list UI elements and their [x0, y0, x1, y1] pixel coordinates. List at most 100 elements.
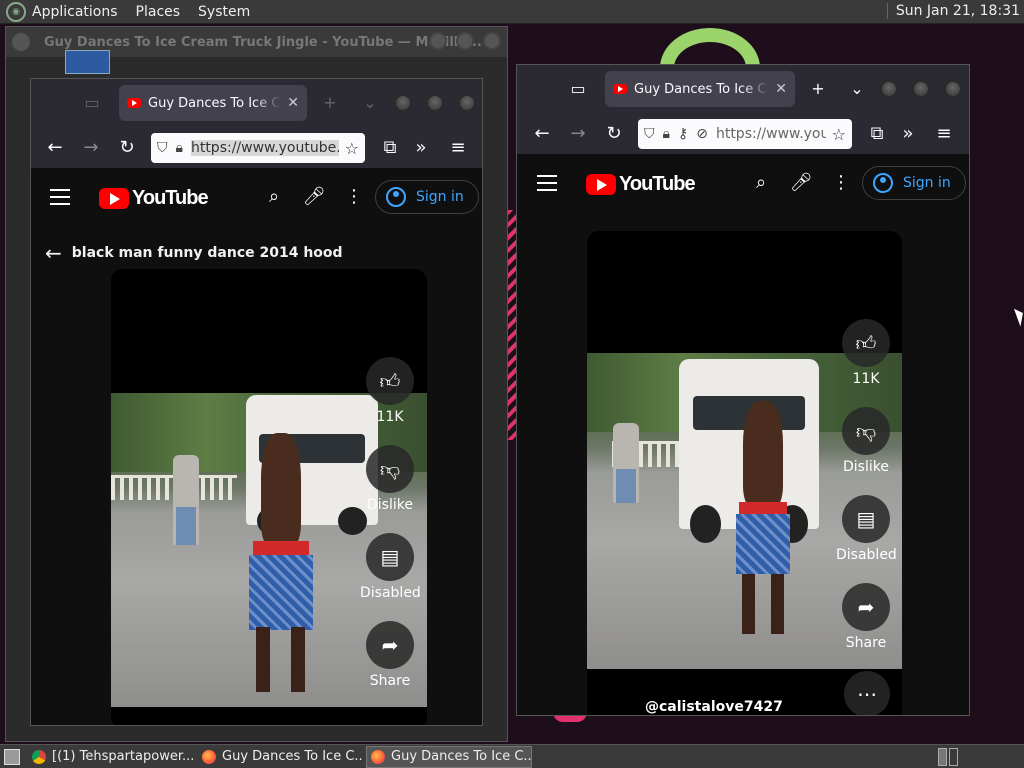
comments-label: Disabled — [836, 547, 897, 563]
hamburger-menu-icon[interactable] — [537, 175, 557, 191]
maximize-icon[interactable] — [912, 80, 930, 98]
taskbar-item-firefox[interactable]: Guy Dances To Ice C... — [198, 746, 362, 768]
forward-arrow-icon[interactable]: → — [565, 121, 591, 147]
bookmark-star-icon[interactable]: ☆ — [345, 139, 359, 158]
reload-icon[interactable]: ↻ — [601, 121, 627, 147]
sign-in-label: Sign in — [416, 189, 464, 205]
app-menu-icon[interactable]: ≡ — [445, 135, 471, 161]
close-icon[interactable] — [483, 32, 501, 50]
more-vertical-icon[interactable]: ⋮ — [342, 185, 366, 209]
shorts-player[interactable]: 👍︎ 11K 👎︎ Dislike ▤ Disabled ➦ Share — [111, 269, 427, 725]
left-browser-window[interactable]: ▭ Guy Dances To Ice Cream Truck Jingle -… — [30, 78, 483, 726]
panel-clock[interactable]: Sun Jan 21, 18:31 — [886, 3, 1020, 19]
account-icon — [386, 187, 406, 207]
bookmark-star-icon[interactable]: ☆ — [832, 125, 846, 144]
tab-overview-icon[interactable]: ▭ — [567, 79, 589, 98]
comments-button[interactable]: ▤ Disabled — [836, 495, 897, 563]
youtube-page: YouTube ⌕ 🎤︎ ⋮ Sign in ← black man funny… — [31, 169, 482, 725]
taskbar-item-chrome[interactable]: [(1) Tehspartapower... — [28, 746, 194, 768]
comments-button[interactable]: ▤ Disabled — [360, 533, 421, 601]
extensions-icon[interactable]: ⧉ — [864, 121, 890, 147]
menu-system[interactable]: System — [198, 4, 250, 20]
workspace-switcher[interactable] — [938, 748, 958, 766]
channel-handle[interactable]: @calistalove7427 — [645, 699, 783, 715]
youtube-logo[interactable]: YouTube — [99, 187, 209, 210]
url-text[interactable]: https://www.youtube.com — [716, 126, 826, 142]
youtube-logo[interactable]: YouTube — [586, 173, 696, 196]
app-menu-icon[interactable]: ≡ — [931, 121, 957, 147]
url-bar[interactable]: ⛉ 🔒︎ ⚷ ⊘ https://www.youtube.com ☆ — [638, 119, 852, 149]
lock-icon[interactable]: 🔒︎ — [176, 140, 183, 156]
more-vertical-icon[interactable]: ⋮ — [829, 171, 853, 195]
share-arrow-icon: ➦ — [366, 621, 414, 669]
tab-youtube[interactable]: Guy Dances To Ice Cream Truck Jingle - Y… — [605, 71, 795, 107]
tab-title: Guy Dances To Ice Cream Truck Jingle - Y… — [634, 81, 769, 97]
url-bar[interactable]: ⛉ 🔒︎ https://www.youtube.com ☆ — [151, 133, 365, 163]
microphone-icon[interactable]: 🎤︎ — [789, 171, 813, 195]
maximize-icon[interactable] — [456, 32, 474, 50]
sign-in-button[interactable]: Sign in — [375, 180, 479, 214]
top-panel: ◉ Applications Places System Sun Jan 21,… — [0, 0, 1024, 24]
video-bystander — [173, 455, 199, 545]
video-dancer — [723, 401, 803, 641]
maximize-icon[interactable] — [426, 94, 444, 112]
back-arrow-icon[interactable]: ← — [42, 135, 68, 161]
firefox-icon — [371, 749, 385, 764]
sign-in-button[interactable]: Sign in — [862, 166, 966, 200]
back-arrow-icon[interactable]: ← — [529, 121, 555, 147]
minimize-icon[interactable] — [429, 32, 447, 50]
search-query[interactable]: black man funny dance 2014 hood — [72, 245, 343, 261]
like-button[interactable]: 👍︎ 11K — [836, 319, 896, 387]
dislike-button[interactable]: 👎︎ Dislike — [360, 445, 420, 513]
taskbar-item-firefox-active[interactable]: Guy Dances To Ice C... — [366, 745, 532, 768]
right-browser-window[interactable]: ▭ Guy Dances To Ice Cream Truck Jingle -… — [516, 64, 970, 716]
search-back-row[interactable]: ← black man funny dance 2014 hood — [45, 241, 343, 265]
tab-bar: ▭ Guy Dances To Ice Cream Truck Jingle -… — [517, 65, 969, 113]
shorts-player[interactable]: 👍︎ 11K 👎︎ Dislike ▤ Disabled ➦ Share ⋯ @… — [587, 231, 902, 715]
thumbs-down-icon: 👎︎ — [842, 407, 890, 455]
dislike-label: Dislike — [367, 497, 413, 513]
comment-icon: ▤ — [366, 533, 414, 581]
hamburger-menu-icon[interactable] — [50, 189, 70, 205]
share-label: Share — [845, 635, 887, 651]
tab-overview-icon[interactable]: ▭ — [81, 93, 103, 112]
minimize-icon[interactable] — [394, 94, 412, 112]
dislike-button[interactable]: 👎︎ Dislike — [836, 407, 896, 475]
reload-icon[interactable]: ↻ — [114, 135, 140, 161]
share-button[interactable]: ➦ Share — [360, 621, 420, 689]
search-icon[interactable]: ⌕ — [262, 185, 286, 209]
more-actions-button[interactable]: ⋯ — [837, 671, 897, 715]
search-icon[interactable]: ⌕ — [749, 171, 773, 195]
overflow-chevrons-icon[interactable]: » — [895, 121, 921, 147]
minimize-icon[interactable] — [880, 80, 898, 98]
microphone-icon[interactable]: 🎤︎ — [302, 185, 326, 209]
overflow-chevrons-icon[interactable]: » — [408, 135, 434, 161]
permissions-icon[interactable]: ⚷ — [678, 126, 688, 142]
show-desktop-icon[interactable] — [4, 748, 20, 765]
new-tab-icon[interactable]: + — [319, 93, 341, 112]
dislike-label: Dislike — [843, 459, 889, 475]
extensions-icon[interactable]: ⧉ — [377, 135, 403, 161]
tab-list-chevron-icon[interactable]: ⌄ — [359, 93, 381, 112]
forward-arrow-icon[interactable]: → — [78, 135, 104, 161]
shield-icon[interactable]: ⛉ — [644, 126, 655, 142]
window-menu-icon[interactable] — [12, 33, 30, 51]
back-arrow-icon[interactable]: ← — [45, 241, 62, 265]
tab-close-icon[interactable]: ✕ — [287, 95, 299, 111]
share-button[interactable]: ➦ Share — [836, 583, 896, 651]
tab-youtube[interactable]: Guy Dances To Ice Cream Truck Jingle - Y… — [119, 85, 307, 121]
shield-icon[interactable]: ⛉ — [157, 140, 168, 156]
tab-list-chevron-icon[interactable]: ⌄ — [846, 79, 868, 98]
menu-applications[interactable]: Applications — [32, 4, 118, 20]
tracking-blocked-icon[interactable]: ⊘ — [696, 126, 708, 142]
url-text[interactable]: https://www.youtube.com — [190, 140, 339, 156]
close-icon[interactable] — [944, 80, 962, 98]
lock-icon[interactable]: 🔒︎ — [663, 126, 670, 142]
new-tab-icon[interactable]: + — [807, 79, 829, 98]
distro-logo-icon[interactable]: ◉ — [6, 1, 26, 22]
tab-close-icon[interactable]: ✕ — [775, 81, 787, 97]
close-icon[interactable] — [458, 94, 476, 112]
menu-places[interactable]: Places — [136, 4, 181, 20]
like-button[interactable]: 👍︎ 11K — [360, 357, 420, 425]
thumbs-up-icon: 👍︎ — [366, 357, 414, 405]
